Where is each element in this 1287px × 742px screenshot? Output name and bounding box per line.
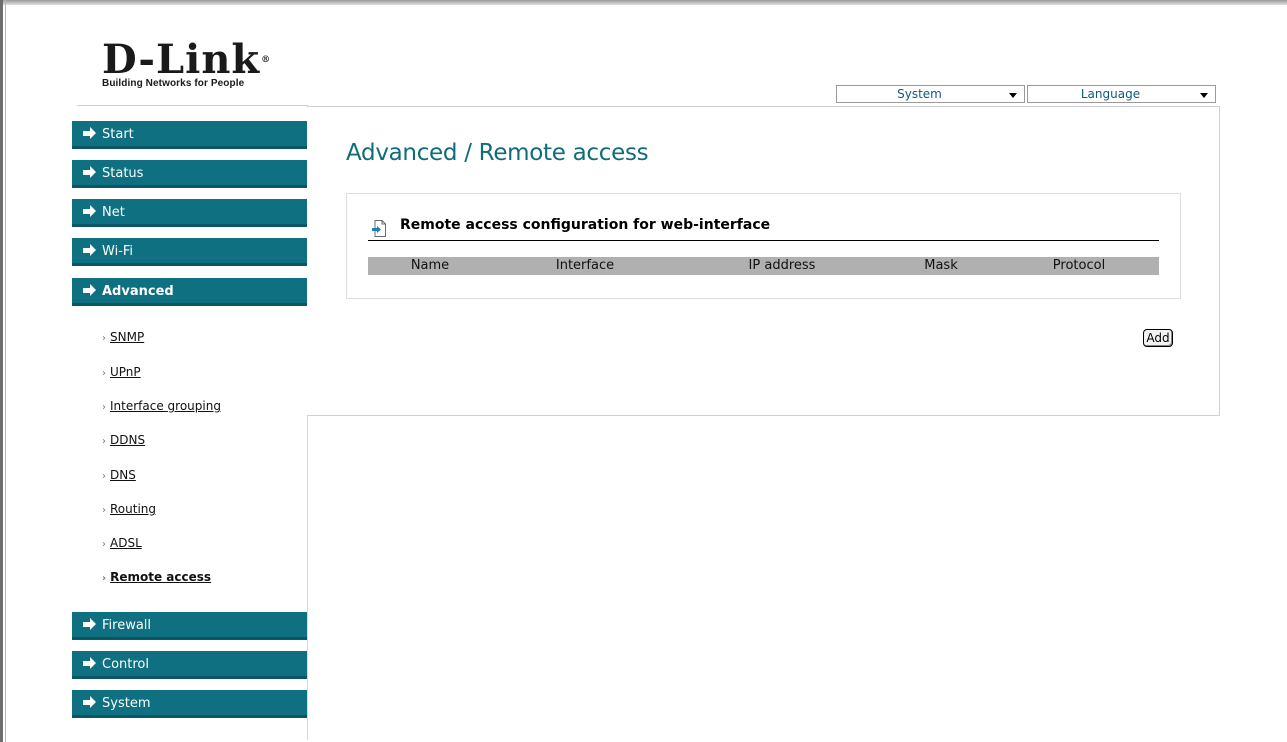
sidebar-item-label: ADSL [110, 536, 142, 550]
menu-item-label: Control [102, 657, 149, 672]
menu-item-status[interactable]: Status [72, 160, 307, 188]
window-left-border-inner [5, 0, 6, 742]
column-header-interface: Interface [555, 258, 615, 273]
chevron-down-icon [1009, 93, 1017, 98]
logo-brand: D-Link [102, 36, 261, 83]
sidebar-item-label: DDNS [110, 433, 146, 447]
sidebar-item-label: Routing [110, 502, 157, 516]
system-select[interactable]: System [836, 85, 1025, 103]
menu-item-label: Advanced [102, 284, 174, 299]
sidebar-item-adsl[interactable]: › ADSL [102, 535, 142, 553]
bullet-icon: › [102, 539, 106, 550]
column-header-name: Name [410, 258, 450, 273]
column-header-ip-address: IP address [748, 258, 816, 273]
arrow-right-icon [83, 284, 96, 296]
language-select-value: Language [1080, 87, 1141, 101]
remote-access-section [346, 193, 1181, 299]
sidebar-item-ddns[interactable]: › DDNS [102, 432, 145, 450]
add-button[interactable]: Add [1143, 329, 1173, 347]
page-title: Advanced / Remote access [346, 140, 649, 166]
document-arrow-icon [372, 220, 386, 237]
arrow-right-icon [83, 127, 96, 139]
bullet-icon: › [102, 368, 106, 379]
sidebar-item-label: Interface grouping [110, 399, 221, 413]
arrow-right-icon [83, 618, 96, 630]
bullet-icon: › [102, 505, 106, 516]
bullet-icon: › [102, 436, 106, 447]
column-header-protocol: Protocol [1052, 258, 1106, 273]
arrow-right-icon [83, 657, 96, 669]
bullet-icon: › [102, 402, 106, 413]
menu-item-label: Status [102, 166, 144, 181]
menu-item-label: Firewall [102, 618, 152, 633]
dlink-logo: D-Link® Building Networks for People [102, 40, 272, 90]
sidebar-item-upnp[interactable]: › UPnP [102, 364, 141, 382]
menu-item-label: Start [102, 127, 134, 142]
menu-item-label: Net [102, 205, 125, 220]
arrow-right-icon [83, 696, 96, 708]
sidebar-item-remote-access[interactable]: › Remote access [102, 569, 211, 587]
arrow-right-icon [83, 166, 96, 178]
sidebar-item-snmp[interactable]: › SNMP [102, 329, 144, 347]
table-header: Name Interface IP address Mask Protocol [368, 257, 1159, 275]
bullet-icon: › [102, 333, 106, 344]
menu-item-system[interactable]: System [72, 690, 307, 718]
sidebar-item-label: UPnP [110, 365, 141, 379]
menu-item-net[interactable]: Net [72, 199, 307, 227]
menu-item-control[interactable]: Control [72, 651, 307, 679]
sidebar-item-label: SNMP [110, 330, 145, 344]
window-top-border [0, 0, 1287, 5]
menu-item-start[interactable]: Start [72, 121, 307, 149]
sidebar-item-label: Remote access [110, 570, 212, 584]
system-select-value: System [897, 87, 942, 101]
arrow-right-icon [83, 244, 96, 256]
sidebar-item-routing[interactable]: › Routing [102, 501, 156, 519]
section-divider [368, 240, 1159, 241]
section-title: Remote access configuration for web-inte… [400, 217, 771, 233]
bullet-icon: › [102, 573, 107, 584]
sidebar-item-label: DNS [110, 468, 136, 482]
menu-item-advanced[interactable]: Advanced [72, 278, 307, 306]
sidebar-item-dns[interactable]: › DNS [102, 467, 136, 485]
language-select[interactable]: Language [1027, 85, 1216, 103]
column-header-mask: Mask [924, 258, 958, 273]
menu-item-firewall[interactable]: Firewall [72, 612, 307, 640]
menu-item-label: Wi-Fi [102, 244, 134, 259]
sidebar-item-interface-grouping[interactable]: › Interface grouping [102, 398, 221, 416]
chevron-down-icon [1200, 93, 1208, 98]
menu-item-wifi[interactable]: Wi-Fi [72, 238, 307, 266]
bullet-icon: › [102, 471, 106, 482]
arrow-right-icon [83, 205, 96, 217]
window-left-border [0, 0, 3, 742]
logo-registered-mark: ® [261, 55, 272, 65]
menu-item-label: System [102, 696, 151, 711]
